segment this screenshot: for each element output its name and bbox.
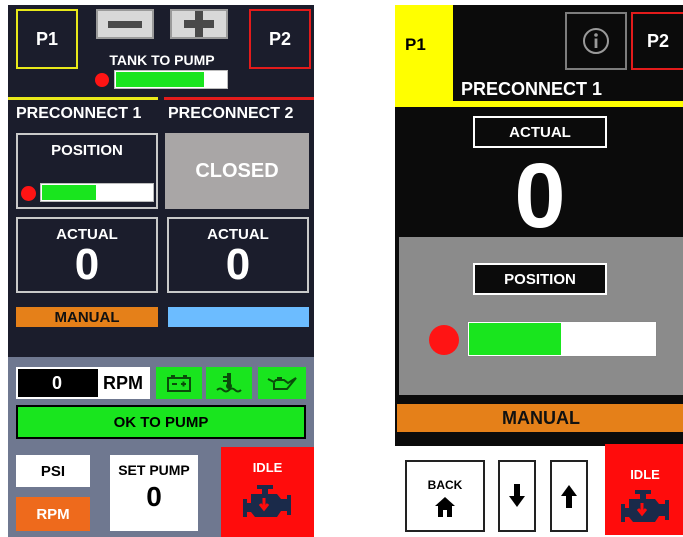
idle-button[interactable]: IDLE — [221, 447, 314, 537]
p2-underline — [164, 97, 314, 100]
tank-to-pump-label: TANK TO PUMP — [109, 52, 215, 68]
engine-icon — [621, 490, 669, 522]
position-label: POSITION — [51, 141, 123, 159]
position-fill — [42, 185, 96, 200]
manual-label: MANUAL — [502, 407, 580, 428]
position-fill — [469, 323, 561, 355]
p1-tab[interactable]: P1 — [395, 5, 453, 107]
actual-label: ACTUAL — [509, 123, 571, 141]
manual-mode-button[interactable]: MANUAL — [397, 404, 683, 432]
position-label: POSITION — [504, 270, 576, 288]
actual2-value: 0 — [225, 240, 251, 289]
manual-label: MANUAL — [54, 308, 120, 326]
rpm-value: 0 — [51, 372, 62, 393]
rpm-mode-button[interactable]: RPM — [16, 497, 90, 531]
p2-tab-label: P2 — [646, 30, 670, 51]
p1-label: P1 — [35, 28, 59, 49]
plus-icon — [184, 11, 214, 37]
closed-label: CLOSED — [195, 159, 279, 182]
position-bar — [467, 321, 657, 357]
increase-button[interactable] — [170, 9, 228, 39]
actual-value: 0 — [514, 144, 566, 247]
bottom-control-area: 0 RPM OK TO PUMP PSI RPM SET PUMP 0 IDLE — [8, 357, 314, 537]
idle-button[interactable]: IDLE — [605, 444, 683, 535]
arrow-down-icon — [509, 484, 525, 507]
position-bar — [40, 183, 154, 202]
set-pump-button[interactable]: SET PUMP 0 — [110, 455, 198, 531]
ok-to-pump-label: OK TO PUMP — [113, 413, 209, 431]
battery-indicator — [156, 367, 202, 399]
preconnect2-header: PRECONNECT 2 — [168, 105, 294, 122]
tank-to-pump-fill — [116, 72, 204, 87]
p1-tab-label: P1 — [405, 35, 426, 54]
actual1-value: 0 — [74, 240, 100, 289]
oil-can-icon — [267, 377, 297, 390]
engine-icon — [243, 485, 291, 517]
tank-status-dot — [95, 73, 109, 87]
psi-label: PSI — [40, 462, 66, 480]
preconnect-title: PRECONNECT 1 — [461, 79, 603, 99]
back-label: BACK — [427, 478, 463, 492]
p2-button[interactable]: P2 — [249, 9, 311, 69]
rpm-readout: 0 RPM — [16, 367, 150, 399]
position-label-box: POSITION — [473, 263, 607, 295]
set-pump-label: SET PUMP — [118, 462, 190, 478]
rpm-unit: RPM — [98, 369, 148, 397]
idle-label: IDLE — [252, 459, 283, 475]
back-button[interactable]: BACK — [405, 460, 485, 532]
psi-button[interactable]: PSI — [16, 455, 90, 487]
info-icon — [583, 28, 609, 54]
minus-icon — [108, 21, 142, 28]
p1-button[interactable]: P1 — [16, 9, 78, 69]
p2-label: P2 — [268, 28, 292, 49]
home-icon — [435, 497, 455, 517]
set-pump-value: 0 — [146, 481, 162, 512]
p1-tab-underline — [453, 101, 683, 107]
preconnect2-closed-button[interactable]: CLOSED — [165, 133, 309, 209]
scroll-up-button[interactable] — [550, 460, 588, 532]
right-preconnect-panel: P1 PRECONNECT 1 P2 ACTUAL 0 POSITION MAN… — [395, 5, 683, 535]
tank-to-pump-bar — [114, 70, 228, 89]
coolant-indicator — [206, 367, 252, 399]
position-block: POSITION — [399, 237, 683, 395]
actual1-box: ACTUAL 0 — [16, 217, 158, 293]
left-pump-panel: P1 P2 TANK TO PUMP PRECONNECT 1 PRECONNE… — [8, 5, 314, 537]
decrease-button[interactable] — [96, 9, 154, 39]
position-status-dot — [21, 186, 36, 201]
bottom-nav-bar: BACK IDLE — [395, 444, 683, 535]
actual2-box: ACTUAL 0 — [167, 217, 309, 293]
p2-tab[interactable]: P2 — [631, 12, 683, 70]
p1-underline — [8, 97, 158, 100]
rpm-mode-label: RPM — [36, 505, 70, 523]
preconnect2-mode-button[interactable] — [168, 307, 309, 327]
battery-icon — [167, 375, 191, 392]
idle-label: IDLE — [630, 466, 660, 482]
preconnect1-header: PRECONNECT 1 — [16, 105, 142, 122]
position-status-dot — [429, 325, 459, 355]
arrow-up-icon — [561, 485, 577, 508]
info-button[interactable] — [565, 12, 627, 70]
scroll-down-button[interactable] — [498, 460, 536, 532]
coolant-icon — [216, 373, 242, 393]
position-box[interactable]: POSITION — [16, 133, 158, 209]
manual-mode-button[interactable]: MANUAL — [16, 307, 158, 327]
ok-to-pump-button[interactable]: OK TO PUMP — [16, 405, 306, 439]
oil-indicator — [258, 367, 306, 399]
